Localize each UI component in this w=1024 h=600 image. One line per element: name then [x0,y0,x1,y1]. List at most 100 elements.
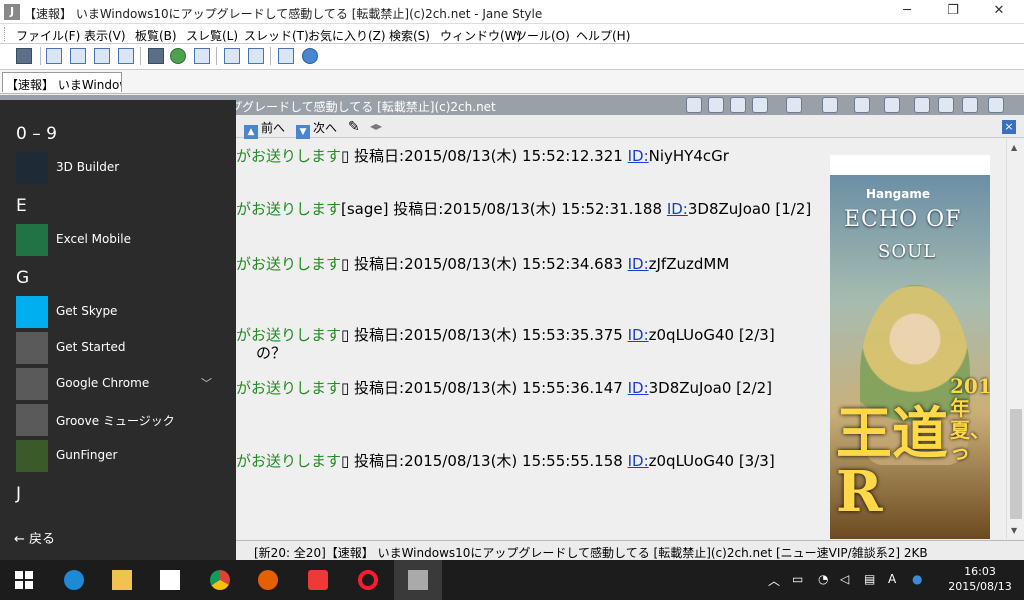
scroll-thumb[interactable] [1010,409,1022,519]
app-excel-mobile[interactable]: Excel Mobile [16,224,226,256]
tab-thread[interactable]: 【速報】 いまWindows.. [2,72,122,92]
back-button[interactable]: ← 戻る [14,528,55,547]
update-all-icon[interactable] [194,48,210,64]
post-id-label[interactable]: ID: [628,326,649,344]
menu-board-list[interactable]: 板覧(B) [135,27,177,44]
resize-handle-icon[interactable]: ◂▸ [370,119,382,133]
ad-brand: Hangame [866,187,931,201]
app-get-started[interactable]: Get Started [16,332,226,364]
layout-1-icon[interactable] [46,48,62,64]
menu-view[interactable]: 表示(V) [84,27,126,44]
banner-ad[interactable]: Hangame ECHO OF SOUL 2015年夏、っ 王道R [830,175,990,539]
menu-file[interactable]: ファイル(F) [16,27,80,44]
clock[interactable]: 16:03 2015/08/13 [948,564,1012,594]
post-body: の？ [256,344,287,362]
poster-name[interactable]: がお送りします [236,452,341,470]
menu-help[interactable]: ヘルプ(H) [576,27,630,44]
refresh-icon[interactable] [170,48,186,64]
group-header-e[interactable]: E [16,196,27,216]
comment-icon[interactable] [224,48,240,64]
group-header-0-9[interactable]: 0 – 9 [16,124,57,144]
network-icon[interactable]: ◔ [818,572,828,586]
ad-logo-line1: ECHO OF [844,207,962,232]
next-button[interactable]: ▼ 次へ [296,119,337,139]
save-icon[interactable] [752,97,768,113]
layout-3-icon[interactable] [94,48,110,64]
poster-name[interactable]: がお送りします [236,200,341,218]
vivaldi-button[interactable] [294,560,342,600]
post-id-label[interactable]: ID: [628,147,649,165]
firefox-button[interactable] [244,560,292,600]
sync-icon[interactable] [686,97,702,113]
close-tab-icon[interactable] [988,97,1004,113]
page-icon[interactable] [148,48,164,64]
document-icon[interactable] [730,97,746,113]
app-gunfinger[interactable]: GunFinger [16,440,226,472]
search-icon[interactable] [248,48,264,64]
app-get-skype[interactable]: Get Skype [16,296,226,328]
layout-4-icon[interactable] [118,48,134,64]
post-id-label[interactable]: ID: [667,200,688,218]
prev-button[interactable]: ▲ 前へ [244,119,285,139]
action-center-icon[interactable]: ▤ [864,572,875,586]
scroll-up-icon[interactable]: ▲ [1011,143,1017,152]
volume-icon[interactable]: ◁ [840,572,849,586]
opera-button[interactable] [344,560,392,600]
minimize-button[interactable]: ─ [884,0,930,24]
chevron-down-icon[interactable]: ﹀ [201,375,212,391]
maximize-button[interactable]: ❐ [930,0,976,24]
menu-window[interactable]: ウィンドウ(W) [440,27,521,44]
settings-icon[interactable] [278,48,294,64]
star-icon[interactable] [938,97,954,113]
close-button[interactable]: ✕ [976,0,1022,24]
chrome-icon [210,570,230,590]
memo-icon[interactable] [914,97,930,113]
poster-name[interactable]: がお送りします [236,379,341,397]
menu-tools[interactable]: ツール(O) [515,27,570,44]
toolbar-separator [270,47,271,65]
onedrive-icon[interactable]: ● [912,572,922,586]
menu-search[interactable]: 検索(S) [389,27,430,44]
group-header-j[interactable]: J [16,484,21,504]
menu-favorites[interactable]: お気に入り(Z) [308,27,386,44]
help-icon[interactable] [302,48,318,64]
post-header: がお送りします▯ 投稿日:2015/08/13(木) 15:53:35.375 … [236,324,775,345]
close-pane-button[interactable]: × [1002,120,1016,134]
ime-indicator[interactable]: A [888,572,896,586]
start-button[interactable] [0,560,48,600]
post-id: 3D8ZuJoa0 [648,379,732,397]
app-3d-builder[interactable]: 3D Builder [16,152,226,184]
poster-name[interactable]: がお送りします [236,147,341,165]
pen-icon[interactable]: ✎ [348,119,360,135]
app-icon[interactable]: J [4,4,20,20]
group-header-g[interactable]: G [16,268,29,288]
vertical-scrollbar[interactable]: ▲ ▼ [1006,139,1024,539]
post-label: 投稿日: [354,147,405,165]
app-google-chrome[interactable]: Google Chrome ﹀ [16,368,226,400]
show-hidden-icons-icon[interactable]: ︿ [768,572,780,589]
layout-2-icon[interactable] [70,48,86,64]
menu-thread[interactable]: スレッド(T) [244,27,309,44]
board-tree-icon[interactable] [16,48,32,64]
post-id-label[interactable]: ID: [628,452,649,470]
chrome-button[interactable] [196,560,244,600]
scroll-down-icon[interactable]: ▼ [1011,526,1017,535]
write-icon[interactable] [854,97,870,113]
post-id-label[interactable]: ID: [628,379,649,397]
menu-thread-list[interactable]: スレ覧(L) [186,27,238,44]
post-label: 投稿日: [354,452,405,470]
battery-icon[interactable]: ▭ [792,572,803,586]
poster-name[interactable]: がお送りします [236,326,341,344]
edge-button[interactable] [50,560,98,600]
filter-icon[interactable] [708,97,724,113]
file-explorer-button[interactable] [98,560,146,600]
reload-icon[interactable] [786,97,802,113]
app-groove-music[interactable]: Groove ミュージック [16,404,226,436]
stop-icon[interactable] [822,97,838,113]
jump-icon[interactable] [884,97,900,113]
poster-name[interactable]: がお送りします [236,255,341,273]
copy-icon[interactable] [962,97,978,113]
post-id-label[interactable]: ID: [628,255,649,273]
store-button[interactable] [146,560,194,600]
jane-style-button[interactable] [394,560,442,600]
